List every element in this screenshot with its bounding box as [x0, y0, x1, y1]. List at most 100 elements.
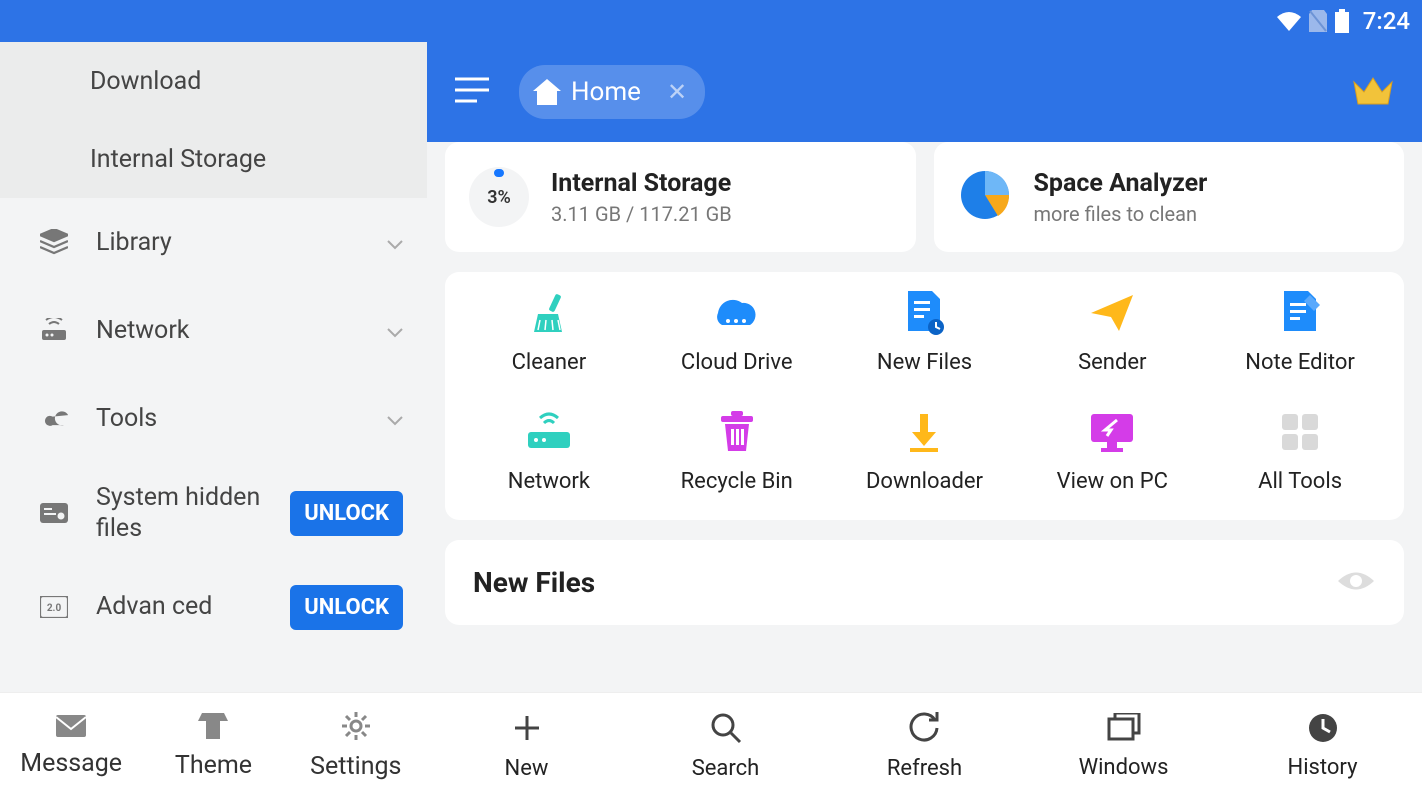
nav-new[interactable]: New	[427, 693, 626, 800]
tool-note-editor[interactable]: Note Editor	[1206, 292, 1394, 375]
section-new-files: New Files	[445, 540, 1404, 625]
chevron-down-icon	[387, 228, 403, 257]
premium-crown-icon[interactable]	[1352, 74, 1394, 110]
sender-icon	[1089, 292, 1135, 334]
router-icon	[524, 411, 574, 453]
network-icon	[34, 318, 74, 342]
unlock-button[interactable]: UNLOCK	[290, 491, 403, 536]
home-icon	[533, 79, 561, 105]
status-bar: 7:24	[0, 0, 1422, 42]
sidebar-item-tools[interactable]: Tools	[0, 374, 427, 462]
tool-all-tools[interactable]: All Tools	[1206, 411, 1394, 494]
wrench-icon	[34, 404, 74, 432]
status-time: 7:24	[1363, 7, 1410, 35]
tool-downloader[interactable]: Downloader	[831, 411, 1019, 494]
card-subtitle: more files to clean	[1034, 202, 1208, 226]
sidebar-item-label: Tools	[96, 404, 387, 433]
tool-new-files[interactable]: New Files	[831, 292, 1019, 375]
settings-icon	[342, 712, 370, 744]
tool-network[interactable]: Network	[455, 411, 643, 494]
tab-home[interactable]: Home ✕	[519, 65, 705, 119]
card-space-analyzer[interactable]: Space Analyzer more files to clean	[934, 142, 1405, 252]
tab-home-label: Home	[571, 77, 641, 107]
sidebar-item-label: System hidden files	[96, 482, 290, 545]
nav-refresh[interactable]: Refresh	[825, 693, 1024, 800]
sidebar-bottom-settings[interactable]: Settings	[285, 693, 427, 800]
note-editor-icon	[1280, 292, 1320, 334]
nav-label: Search	[692, 756, 760, 781]
layers-icon	[34, 229, 74, 255]
tool-label: Network	[508, 469, 590, 494]
header-bar: Home ✕	[427, 42, 1422, 142]
sidebar-item-internal-storage[interactable]: Internal Storage	[0, 120, 427, 198]
plus-icon	[511, 712, 543, 748]
tool-sender[interactable]: Sender	[1018, 292, 1206, 375]
advanced-icon: 2.0	[34, 596, 74, 618]
search-icon	[710, 712, 742, 748]
sidebar-item-label: Network	[96, 316, 387, 345]
section-title: New Files	[473, 566, 595, 599]
unlock-button[interactable]: UNLOCK	[290, 585, 403, 630]
tab-close-icon[interactable]: ✕	[667, 78, 687, 106]
nav-history[interactable]: History	[1223, 693, 1422, 800]
nav-windows[interactable]: Windows	[1024, 693, 1223, 800]
grid-icon	[1280, 411, 1320, 453]
message-icon	[56, 715, 86, 741]
sidebar-item-system-hidden-files[interactable]: System hidden files UNLOCK	[0, 462, 427, 565]
pie-chart-icon	[958, 168, 1012, 226]
sidebar-item-network[interactable]: Network	[0, 286, 427, 374]
storage-usage-gauge: 3%	[469, 167, 529, 227]
tool-label: Recycle Bin	[681, 469, 793, 494]
sidebar-item-download[interactable]: Download	[0, 42, 427, 120]
sidebar-bottom-bar: Message Theme Settings	[0, 692, 427, 800]
card-title: Space Analyzer	[1034, 169, 1208, 198]
bottom-nav: New Search Refresh Windows History	[427, 692, 1422, 800]
tool-cloud-drive[interactable]: Cloud Drive	[643, 292, 831, 375]
card-title: Internal Storage	[551, 169, 732, 198]
theme-icon	[198, 713, 228, 743]
sim-icon	[1309, 10, 1327, 32]
sidebar-item-label: Download	[90, 67, 403, 96]
sidebar-bottom-theme[interactable]: Theme	[142, 693, 284, 800]
card-subtitle: 3.11 GB / 117.21 GB	[551, 202, 732, 226]
card-internal-storage[interactable]: 3% Internal Storage 3.11 GB / 117.21 GB	[445, 142, 916, 252]
sidebar-bottom-label: Settings	[310, 752, 401, 781]
eye-icon[interactable]	[1336, 568, 1376, 598]
sidebar-item-library[interactable]: Library	[0, 198, 427, 286]
nav-label: History	[1288, 755, 1358, 780]
tool-view-on-pc[interactable]: View on PC	[1018, 411, 1206, 494]
history-icon	[1308, 713, 1338, 747]
chevron-down-icon	[387, 404, 403, 433]
tool-label: All Tools	[1258, 469, 1342, 494]
menu-icon[interactable]	[455, 77, 489, 107]
tool-label: Sender	[1078, 350, 1146, 375]
sidebar-item-advanced[interactable]: 2.0 Advan ced UNLOCK	[0, 565, 427, 630]
tool-label: Note Editor	[1245, 350, 1355, 375]
battery-icon	[1335, 9, 1349, 33]
tools-panel: Cleaner Cloud Drive New Files Sender	[445, 272, 1404, 520]
chevron-down-icon	[387, 316, 403, 345]
monitor-icon	[1089, 411, 1135, 453]
sidebar-item-label: Internal Storage	[90, 145, 403, 174]
tool-recycle-bin[interactable]: Recycle Bin	[643, 411, 831, 494]
storage-percent: 3%	[487, 187, 511, 208]
sidebar-bottom-label: Theme	[175, 751, 252, 780]
download-icon	[906, 411, 942, 453]
sidebar-bottom-message[interactable]: Message	[0, 693, 142, 800]
nav-search[interactable]: Search	[626, 693, 825, 800]
tool-cleaner[interactable]: Cleaner	[455, 292, 643, 375]
tool-label: Downloader	[866, 469, 983, 494]
trash-icon	[719, 411, 755, 453]
main-content: 3% Internal Storage 3.11 GB / 117.21 GB …	[427, 142, 1422, 692]
tool-label: Cleaner	[512, 350, 587, 375]
nav-label: Refresh	[887, 756, 962, 781]
wifi-icon	[1277, 11, 1301, 31]
tool-label: Cloud Drive	[681, 350, 793, 375]
new-files-icon	[904, 292, 944, 334]
sidebar-item-label: Advan ced	[96, 591, 290, 622]
refresh-icon	[909, 712, 941, 748]
cleaner-icon	[528, 292, 570, 334]
nav-label: Windows	[1079, 755, 1169, 780]
windows-icon	[1107, 713, 1141, 747]
sidebar: Download Internal Storage Library Networ…	[0, 42, 427, 800]
